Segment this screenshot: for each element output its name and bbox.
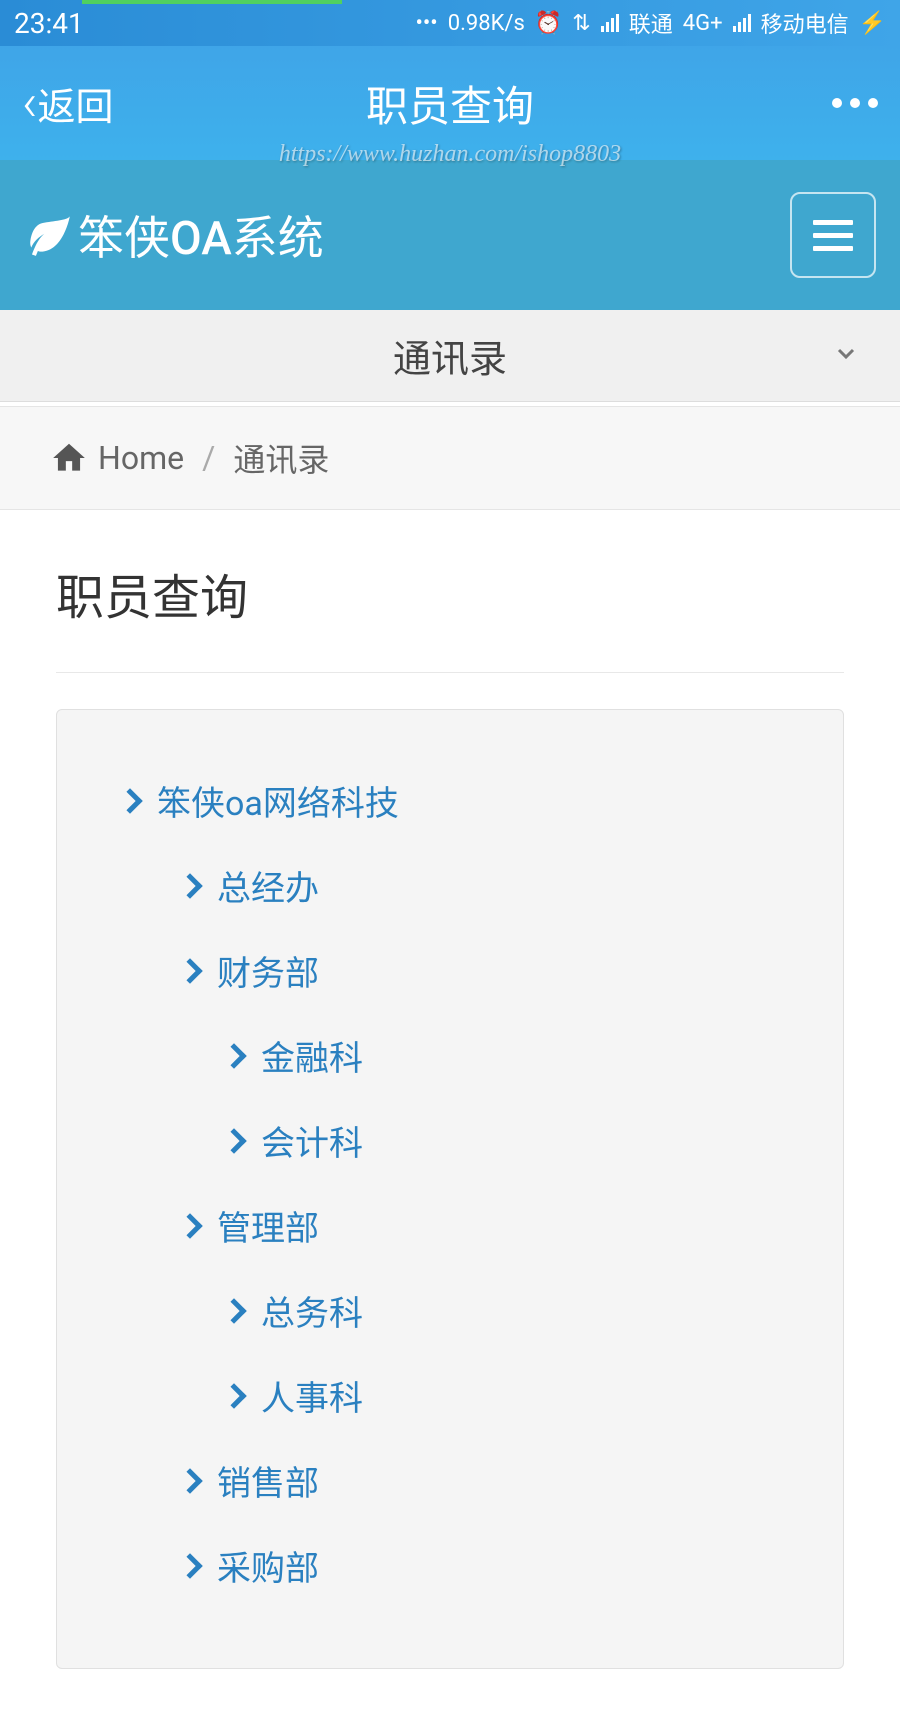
tree-item-label: 人事科 xyxy=(261,1371,363,1420)
chevron-right-icon xyxy=(177,873,202,898)
tree-item[interactable]: 金融科 xyxy=(225,1013,803,1098)
leaf-icon xyxy=(24,210,74,260)
tree-item[interactable]: 采购部 xyxy=(181,1523,803,1608)
chevron-right-icon xyxy=(221,1383,246,1408)
home-icon xyxy=(50,439,88,477)
tree-item[interactable]: 销售部 xyxy=(181,1438,803,1523)
back-button[interactable]: ‹ 返回 xyxy=(22,76,114,131)
tree-item-label: 销售部 xyxy=(217,1456,319,1505)
content-area: 职员查询 笨侠oa网络科技 总经办 财务部 金融科 会计科 管理部 总 xyxy=(0,510,900,1717)
dropdown-label: 通讯录 xyxy=(393,328,507,383)
tree-item-label: 财务部 xyxy=(217,946,319,995)
carrier2: 移动电信 xyxy=(761,7,849,39)
tree-item-root[interactable]: 笨侠oa网络科技 xyxy=(121,758,803,843)
app-logo[interactable]: 笨侠OA系统 xyxy=(24,202,324,268)
back-label: 返回 xyxy=(38,76,114,131)
status-right: ••• 0.98K/s ⏰ ⇅ 联通 4G+ 移动电信 ⚡ xyxy=(415,7,886,39)
alarm-icon: ⏰ xyxy=(535,11,562,36)
breadcrumb-separator: / xyxy=(202,439,215,477)
tree-item[interactable]: 管理部 xyxy=(181,1183,803,1268)
watermark-url: https://www.huzhan.com/ishop8803 xyxy=(279,141,621,168)
top-nav: ‹ 返回 职员查询 https://www.huzhan.com/ishop88… xyxy=(0,46,900,160)
chevron-right-icon xyxy=(221,1298,246,1323)
chevron-right-icon xyxy=(177,1213,202,1238)
chevron-right-icon xyxy=(117,788,142,813)
tree-item-label: 总经办 xyxy=(217,861,319,910)
battery-icon: ⚡ xyxy=(859,11,886,36)
more-button[interactable] xyxy=(832,98,878,108)
chevron-right-icon xyxy=(177,1553,202,1578)
chevron-right-icon xyxy=(177,958,202,983)
tree-item[interactable]: 人事科 xyxy=(225,1353,803,1438)
signal-icon xyxy=(601,14,619,32)
status-dots: ••• xyxy=(415,11,437,36)
breadcrumb-home[interactable]: Home xyxy=(50,439,184,477)
carrier1-type: 4G+ xyxy=(683,11,723,36)
page-title: 职员查询 xyxy=(366,73,534,134)
section-dropdown[interactable]: 通讯录 xyxy=(0,310,900,402)
tree-item[interactable]: 财务部 xyxy=(181,928,803,1013)
chevron-right-icon xyxy=(221,1128,246,1153)
tree-item-label: 采购部 xyxy=(217,1541,319,1590)
app-header: 笨侠OA系统 xyxy=(0,160,900,310)
network-speed: 0.98K/s xyxy=(448,11,525,36)
divider xyxy=(56,672,844,673)
tree-item-label: 总务科 xyxy=(261,1286,363,1335)
carrier1: 联通 xyxy=(629,7,673,39)
chevron-right-icon xyxy=(177,1468,202,1493)
tree-item[interactable]: 会计科 xyxy=(225,1098,803,1183)
chevron-down-icon xyxy=(834,339,858,372)
tree-item-label: 会计科 xyxy=(261,1116,363,1165)
progress-line xyxy=(82,0,342,4)
content-title: 职员查询 xyxy=(56,558,844,628)
tree-item-label: 管理部 xyxy=(217,1201,319,1250)
status-bar: 23:41 ••• 0.98K/s ⏰ ⇅ 联通 4G+ 移动电信 ⚡ xyxy=(0,0,900,46)
chevron-right-icon xyxy=(221,1043,246,1068)
data-transfer-icon: ⇅ xyxy=(572,11,590,36)
breadcrumb-home-label: Home xyxy=(98,439,184,477)
tree-item-label: 笨侠oa网络科技 xyxy=(157,776,399,825)
tree-item[interactable]: 总经办 xyxy=(181,843,803,928)
department-tree: 笨侠oa网络科技 总经办 财务部 金融科 会计科 管理部 总务科 人事科 xyxy=(56,709,844,1669)
chevron-left-icon: ‹ xyxy=(22,77,38,129)
breadcrumb-current: 通讯录 xyxy=(233,435,329,481)
menu-button[interactable] xyxy=(790,192,876,278)
breadcrumb: Home / 通讯录 xyxy=(0,406,900,510)
status-time: 23:41 xyxy=(14,7,84,40)
app-name: 笨侠OA系统 xyxy=(78,202,324,268)
signal-icon-2 xyxy=(733,14,751,32)
tree-item-label: 金融科 xyxy=(261,1031,363,1080)
tree-item[interactable]: 总务科 xyxy=(225,1268,803,1353)
